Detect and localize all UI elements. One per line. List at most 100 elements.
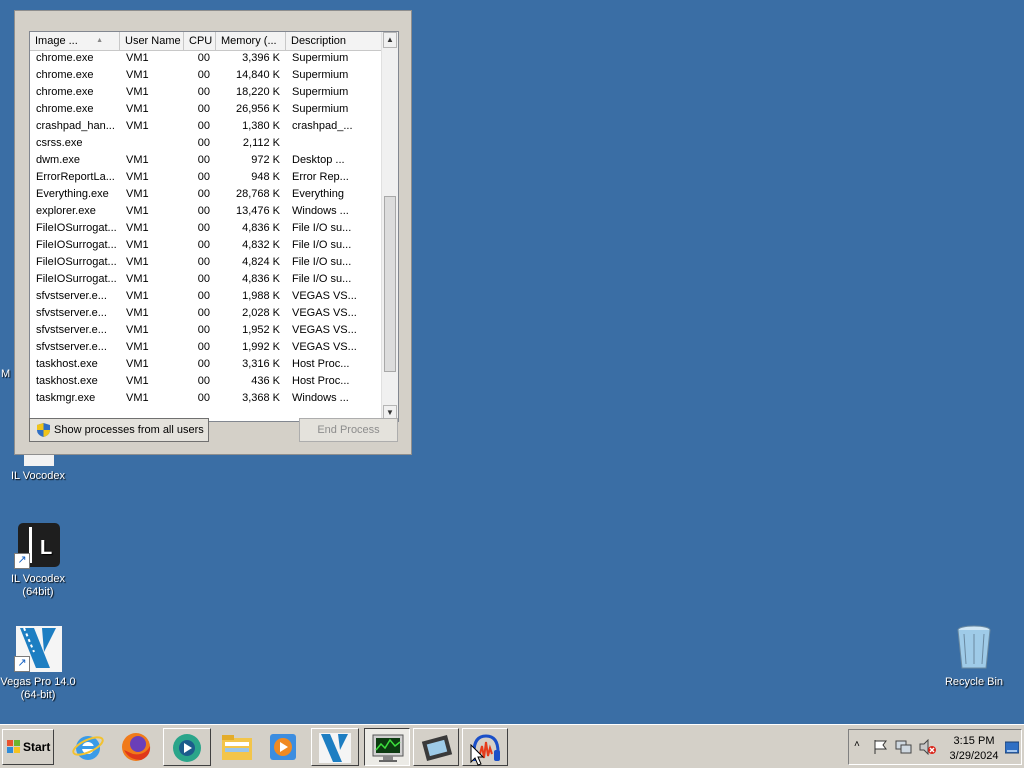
process-row[interactable]: FileIOSurrogat... VM1 00 4,836 K File I/O su… [30, 271, 382, 288]
process-row[interactable]: sfvstserver.e... VM1 00 1,988 K VEGAS VS... [30, 288, 382, 305]
process-description: VEGAS VS... [292, 290, 357, 302]
process-cpu: 00 [197, 273, 210, 285]
vegas-pro-taskbar-button[interactable] [311, 728, 359, 766]
process-row[interactable]: FileIOSurrogat... VM1 00 4,832 K File I/O su… [30, 237, 382, 254]
process-memory: 4,832 K [242, 239, 280, 251]
process-user-name: VM1 [126, 239, 149, 251]
clock-time[interactable]: 3:15 PM [939, 735, 1009, 747]
process-cpu: 00 [197, 324, 210, 336]
process-memory: 14,840 K [235, 69, 280, 81]
windows-flag-icon [7, 740, 20, 753]
process-memory: 1,380 K [242, 120, 280, 132]
process-image-name: chrome.exe [36, 103, 94, 115]
desktop-icon-label: Recycle Bin [944, 676, 1004, 688]
media-player-icon[interactable] [267, 730, 301, 764]
process-row[interactable]: Everything.exe VM1 00 28,768 K Everything [30, 186, 382, 203]
desktop-icon-vegas-pro[interactable]: ↗ Vegas Pro 14.0 (64-bit) [0, 624, 76, 702]
process-user-name: VM1 [126, 188, 149, 200]
video-editor-taskbar-button[interactable] [413, 728, 459, 766]
column-header-cpu[interactable]: CPU [184, 32, 216, 50]
process-image-name: sfvstserver.e... [36, 341, 107, 353]
internet-explorer-icon[interactable] [71, 730, 105, 764]
process-cpu: 00 [197, 307, 210, 319]
media-app-icon [173, 734, 201, 762]
process-image-name: FileIOSurrogat... [36, 239, 117, 251]
process-row[interactable]: dwm.exe VM1 00 972 K Desktop ... [30, 152, 382, 169]
process-row[interactable]: sfvstserver.e... VM1 00 1,952 K VEGAS VS... [30, 322, 382, 339]
firefox-icon[interactable] [119, 730, 153, 764]
process-user-name: VM1 [126, 103, 149, 115]
process-image-name: chrome.exe [36, 86, 94, 98]
process-memory: 13,476 K [235, 205, 280, 217]
process-cpu: 00 [197, 137, 210, 149]
volume-muted-icon[interactable] [919, 739, 937, 755]
process-image-name: chrome.exe [36, 69, 94, 81]
process-description: VEGAS VS... [292, 341, 357, 353]
column-header-memory[interactable]: Memory (... [216, 32, 286, 50]
show-hidden-icons-chevron[interactable]: ˄ [854, 739, 860, 750]
process-row[interactable]: csrss.exe 00 2,112 K [30, 135, 382, 152]
process-row[interactable]: taskhost.exe VM1 00 436 K Host Proc... [30, 373, 382, 390]
desktop-icon-recycle-bin[interactable]: Recycle Bin [936, 624, 1012, 689]
process-row[interactable]: taskmgr.exe VM1 00 3,368 K Windows ... [30, 390, 382, 407]
process-image-name: ErrorReportLa... [36, 171, 115, 183]
process-row[interactable]: sfvstserver.e... VM1 00 1,992 K VEGAS VS... [30, 339, 382, 356]
process-cpu: 00 [197, 103, 210, 115]
scrollbar-thumb[interactable] [384, 196, 396, 372]
column-header-user-name[interactable]: User Name [120, 32, 184, 50]
process-row[interactable]: chrome.exe VM1 00 3,396 K Supermium [30, 50, 382, 67]
process-memory: 26,956 K [235, 103, 280, 115]
process-row[interactable]: FileIOSurrogat... VM1 00 4,824 K File I/O su… [30, 254, 382, 271]
action-center-flag-icon[interactable] [873, 739, 889, 755]
start-label: Start [23, 740, 51, 754]
process-row[interactable]: chrome.exe VM1 00 14,840 K Supermium [30, 67, 382, 84]
desktop-icon-il-vocodex-64bit[interactable]: L ↗ IL Vocodex (64bit) [0, 521, 76, 599]
process-memory: 2,112 K [242, 137, 280, 149]
process-list-scrollbar[interactable]: ▲ ▼ [381, 32, 398, 421]
column-header-description[interactable]: Description [286, 32, 382, 50]
process-row[interactable]: explorer.exe VM1 00 13,476 K Windows ... [30, 203, 382, 220]
process-image-name: taskhost.exe [36, 358, 98, 370]
desktop-icon-label: Vegas Pro 14.0 (64-bit) [0, 676, 76, 701]
network-icon[interactable] [895, 739, 913, 755]
process-memory: 3,396 K [242, 52, 280, 64]
process-list[interactable]: Image ... ▲ User Name CPU Memory (... De… [29, 31, 399, 422]
end-process-button[interactable]: End Process [299, 418, 398, 442]
process-row[interactable]: taskhost.exe VM1 00 3,316 K Host Proc... [30, 356, 382, 373]
column-header-image-name[interactable]: Image ... ▲ [30, 32, 120, 50]
process-user-name: VM1 [126, 324, 149, 336]
process-description: VEGAS VS... [292, 307, 357, 319]
process-image-name: FileIOSurrogat... [36, 273, 117, 285]
show-desktop-button[interactable] [1005, 741, 1019, 755]
process-row[interactable]: ErrorReportLa... VM1 00 948 K Error Rep... [30, 169, 382, 186]
show-all-processes-button[interactable]: Show processes from all users [29, 418, 209, 442]
audio-editor-taskbar-button[interactable] [462, 728, 508, 766]
process-description: Host Proc... [292, 375, 350, 387]
process-row[interactable]: chrome.exe VM1 00 26,956 K Supermium [30, 101, 382, 118]
shortcut-arrow-icon: ↗ [14, 553, 30, 569]
clock-date[interactable]: 3/29/2024 [939, 750, 1009, 762]
desktop-icon-label: IL Vocodex (64bit) [10, 573, 66, 598]
task-manager-taskbar-button[interactable] [364, 728, 410, 766]
process-user-name: VM1 [126, 358, 149, 370]
process-memory: 948 K [251, 171, 280, 183]
start-button[interactable]: Start [2, 729, 54, 765]
scroll-up-arrow-icon[interactable]: ▲ [383, 32, 397, 48]
process-memory: 436 K [251, 375, 280, 387]
recycle-bin-icon [950, 624, 998, 672]
il-vocodex-64-icon: L ↗ [14, 521, 62, 569]
windows-explorer-icon[interactable] [220, 730, 254, 764]
shortcut-arrow-icon: ↗ [14, 656, 30, 672]
process-user-name: VM1 [126, 222, 149, 234]
process-memory: 28,768 K [235, 188, 280, 200]
process-row[interactable]: crashpad_han... VM1 00 1,380 K crashpad_... [30, 118, 382, 135]
process-description: VEGAS VS... [292, 324, 357, 336]
process-cpu: 00 [197, 188, 210, 200]
process-description: File I/O su... [292, 256, 352, 268]
media-app-taskbar-button[interactable] [163, 728, 211, 766]
process-row[interactable]: chrome.exe VM1 00 18,220 K Supermium [30, 84, 382, 101]
process-row[interactable]: sfvstserver.e... VM1 00 2,028 K VEGAS VS... [30, 305, 382, 322]
process-description: Windows ... [292, 392, 349, 404]
process-cpu: 00 [197, 239, 210, 251]
process-row[interactable]: FileIOSurrogat... VM1 00 4,836 K File I/O su… [30, 220, 382, 237]
